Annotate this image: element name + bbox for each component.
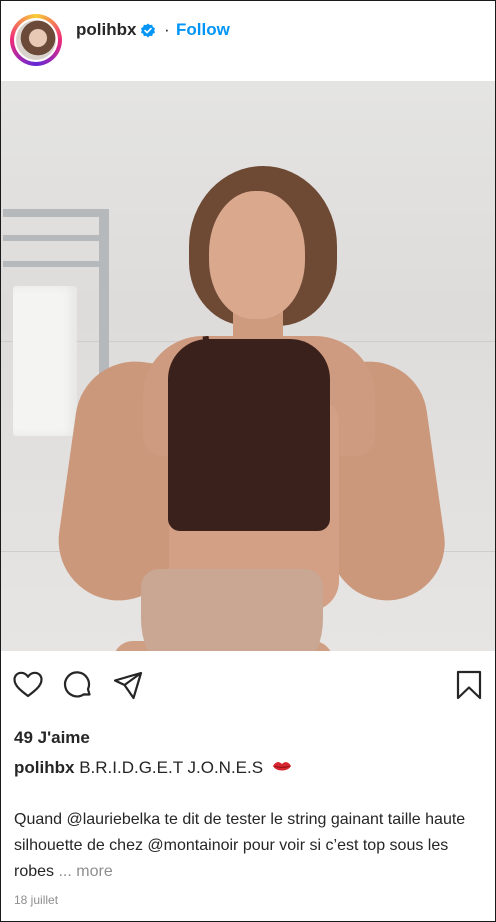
follow-button[interactable]: Follow (176, 20, 230, 40)
avatar-image (16, 20, 56, 60)
username-link[interactable]: polihbx (76, 20, 136, 40)
header-separator: · (164, 20, 170, 39)
post-description: Quand @lauriebelka te dit de tester le s… (14, 807, 484, 885)
paper-plane-icon[interactable] (112, 669, 144, 701)
more-link[interactable]: ... more (58, 863, 112, 880)
person-face (209, 191, 305, 319)
likes-count[interactable]: 49 J'aime (14, 728, 90, 748)
avatar-frame (14, 18, 58, 62)
bookmark-icon[interactable] (453, 669, 485, 701)
verified-badge-icon (140, 23, 156, 39)
post-header: polihbx · Follow (1, 1, 495, 81)
towel (13, 286, 77, 436)
caption-text: B.R.I.D.G.E.T J.O.N.E.S (79, 758, 264, 777)
caption-username[interactable]: polihbx (14, 758, 74, 777)
caption: polihbx B.R.I.D.G.E.T J.O.N.E.S (14, 758, 292, 778)
avatar[interactable] (10, 14, 62, 66)
heart-icon[interactable] (12, 669, 44, 701)
high-waist-brief (141, 569, 323, 651)
post-photo[interactable] (1, 81, 495, 651)
comment-icon[interactable] (62, 669, 94, 701)
instagram-post-card: polihbx · Follow 49 J'aime polihbx B.R.I… (0, 0, 496, 922)
crop-top (168, 339, 330, 531)
lips-icon (272, 759, 292, 773)
post-date[interactable]: 18 juillet (14, 893, 58, 907)
